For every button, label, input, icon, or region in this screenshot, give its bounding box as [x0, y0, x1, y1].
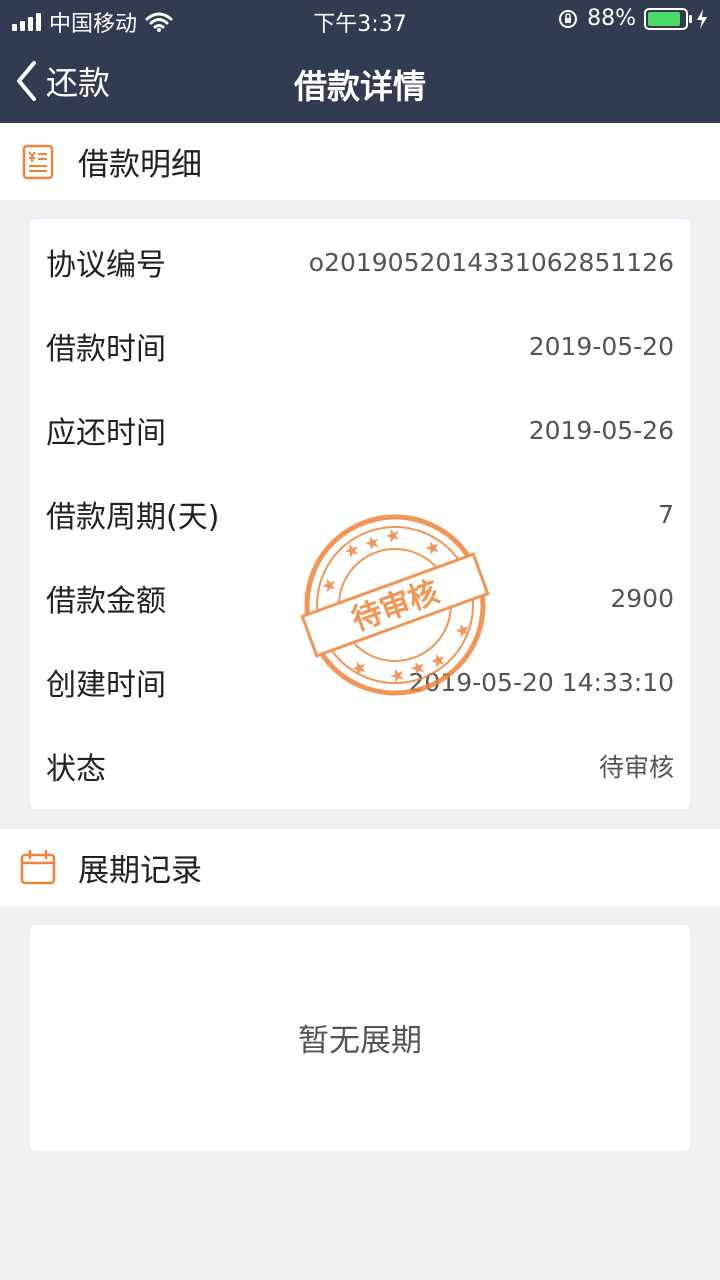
empty-extension-text: 暂无展期	[298, 1023, 422, 1059]
row-label: 状态	[46, 752, 106, 787]
extension-title: 展期记录	[78, 853, 202, 889]
detail-row-status: 状态 待审核	[30, 724, 690, 808]
row-label: 协议编号	[46, 248, 166, 283]
invoice-icon	[22, 144, 54, 179]
row-value: 待审核	[598, 753, 674, 782]
detail-row-period: 借款周期(天) 7	[30, 472, 690, 556]
detail-row-due-date: 应还时间 2019-05-26	[30, 388, 690, 472]
extension-header: 展期记录	[0, 829, 720, 906]
battery-fill	[648, 11, 680, 26]
row-label: 借款金额	[46, 584, 166, 619]
row-label: 应还时间	[46, 416, 166, 451]
nav-bar: 还款 借款详情	[0, 40, 720, 123]
detail-row-amount: 借款金额 2900	[30, 556, 690, 640]
detail-row-loan-date: 借款时间 2019-05-20	[30, 304, 690, 388]
battery-icon	[644, 7, 692, 30]
detail-row-agreement-no: 协议编号 o2019052014331062851126	[30, 220, 690, 304]
row-value: 2019-05-20 14:33:10	[408, 667, 674, 697]
row-value: o2019052014331062851126	[308, 247, 674, 277]
row-value: 7	[658, 499, 674, 529]
loan-detail-card: 协议编号 o2019052014331062851126 借款时间 2019-0…	[30, 219, 690, 809]
row-label: 借款周期(天)	[46, 500, 220, 535]
rotation-lock-icon	[559, 9, 578, 28]
row-value: 2019-05-20	[528, 331, 674, 361]
page-title: 借款详情	[294, 67, 426, 106]
row-label: 创建时间	[46, 668, 166, 703]
status-bar: 中国移动 下午3:37 88%	[0, 0, 720, 40]
row-label: 借款时间	[46, 332, 166, 367]
extension-card: 暂无展期	[30, 925, 690, 1151]
loan-detail-title: 借款明细	[78, 147, 202, 183]
calendar-icon	[20, 849, 56, 884]
row-value: 2019-05-26	[528, 415, 674, 445]
loan-detail-header: 借款明细	[0, 123, 720, 200]
charging-icon	[697, 8, 707, 29]
row-value: 2900	[610, 583, 674, 613]
detail-row-created: 创建时间 2019-05-20 14:33:10	[30, 640, 690, 724]
status-right: 88%	[557, 6, 708, 31]
battery-percent: 88%	[587, 6, 636, 31]
